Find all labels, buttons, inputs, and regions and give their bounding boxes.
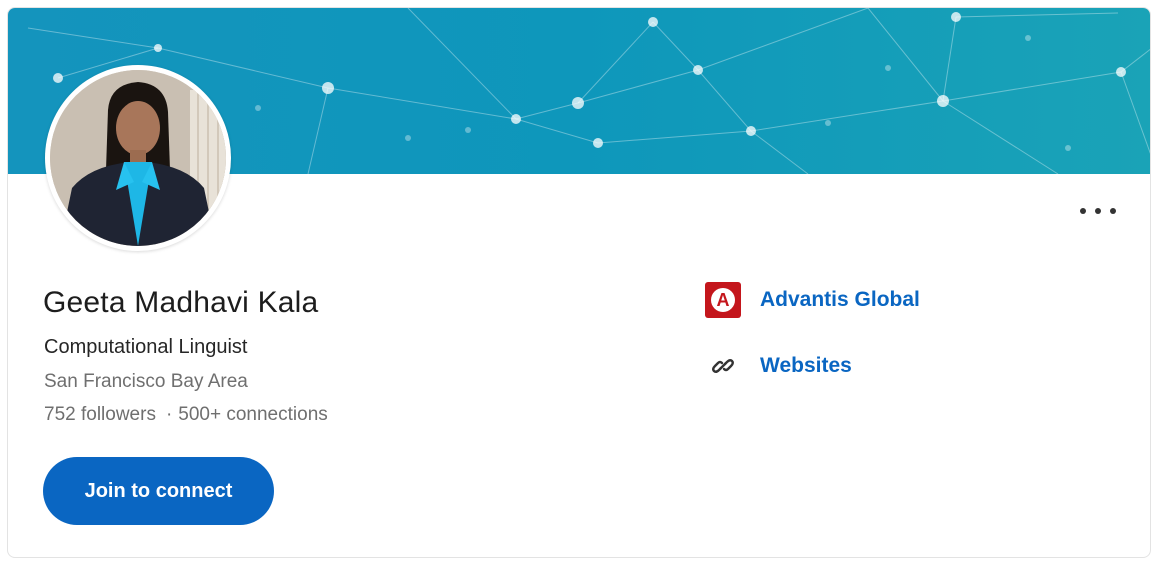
profile-name: Geeta Madhavi Kala	[43, 286, 319, 319]
join-to-connect-button[interactable]: Join to connect	[43, 457, 274, 525]
websites-link[interactable]: Websites	[705, 348, 852, 384]
more-horizontal-icon	[1095, 208, 1101, 214]
profile-headline: Computational Linguist	[44, 336, 248, 358]
more-horizontal-icon	[1080, 208, 1086, 214]
profile-photo	[50, 70, 226, 246]
stats-separator: ·	[165, 404, 173, 425]
profile-location: San Francisco Bay Area	[44, 371, 248, 392]
link-icon	[705, 348, 741, 384]
company-logo-letter: A	[711, 288, 735, 312]
person-portrait	[50, 70, 226, 246]
company-name: Advantis Global	[760, 288, 920, 311]
current-company-link[interactable]: A Advantis Global	[705, 282, 920, 318]
connections-count: 500+ connections	[178, 404, 328, 425]
followers-count: 752 followers	[44, 404, 156, 425]
more-horizontal-icon	[1110, 208, 1116, 214]
more-options-button[interactable]	[1080, 201, 1116, 221]
profile-card: Geeta Madhavi Kala Computational Linguis…	[7, 7, 1151, 558]
profile-avatar	[45, 65, 231, 251]
company-logo-icon: A	[705, 282, 741, 318]
profile-stats: 752 followers · 500+ connections	[44, 404, 328, 426]
websites-label: Websites	[760, 354, 852, 377]
